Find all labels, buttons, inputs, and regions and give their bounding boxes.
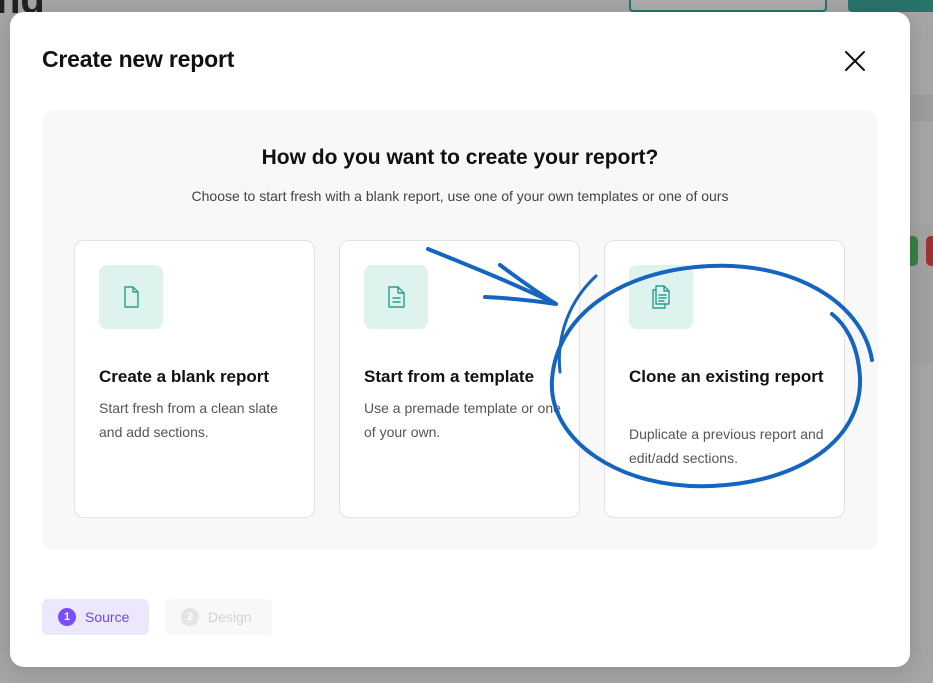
template-option[interactable]: Start from a template Use a premade temp… bbox=[339, 240, 580, 518]
step-number: 1 bbox=[58, 608, 76, 626]
create-report-modal: Create new report How do you want to cre… bbox=[10, 12, 910, 667]
step-source[interactable]: 1 Source bbox=[42, 599, 149, 635]
step-label: Design bbox=[208, 609, 252, 625]
option-description: Start fresh from a clean slate and add s… bbox=[99, 400, 278, 440]
blank-document-icon bbox=[99, 265, 163, 329]
step-label: Source bbox=[85, 609, 130, 625]
option-title: Clone an existing report bbox=[629, 367, 824, 386]
option-description: Use a premade template or one of your ow… bbox=[364, 400, 561, 440]
report-source-panel: How do you want to create your report? C… bbox=[42, 110, 878, 550]
blank-report-option[interactable]: Create a blank report Start fresh from a… bbox=[74, 240, 315, 518]
clone-documents-icon bbox=[629, 265, 693, 329]
template-document-icon bbox=[364, 265, 428, 329]
modal-title: Create new report bbox=[42, 46, 235, 72]
step-number: 2 bbox=[181, 608, 199, 626]
panel-subheading: Choose to start fresh with a blank repor… bbox=[191, 188, 729, 204]
panel-heading: How do you want to create your report? bbox=[261, 146, 659, 169]
option-description: Duplicate a previous report and edit/add… bbox=[629, 426, 824, 466]
close-icon bbox=[845, 51, 865, 71]
step-design: 2 Design bbox=[165, 599, 272, 635]
option-title: Create a blank report bbox=[99, 367, 270, 386]
clone-report-option[interactable]: Clone an existing report Duplicate a pre… bbox=[604, 240, 845, 518]
close-button[interactable] bbox=[841, 47, 869, 75]
option-title: Start from a template bbox=[364, 367, 535, 386]
